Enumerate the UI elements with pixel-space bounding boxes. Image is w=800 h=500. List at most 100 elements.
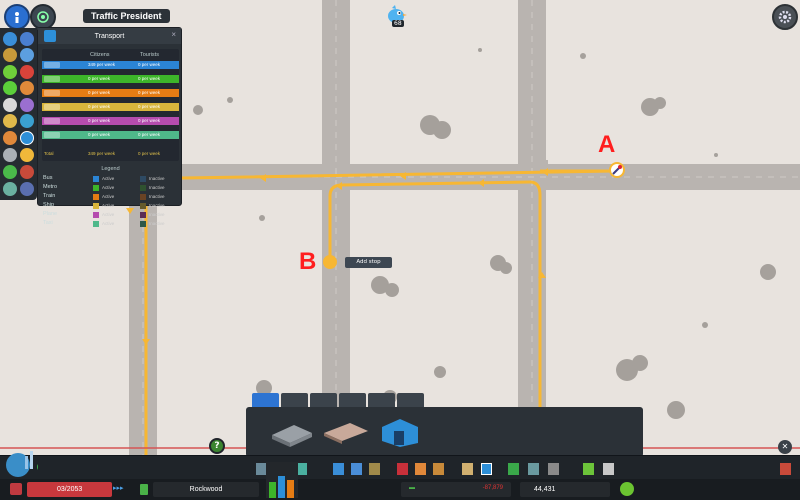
inactive-label: Inactive: [149, 212, 165, 217]
bulldozer-icon[interactable]: [780, 463, 791, 475]
milestone-icon: [37, 11, 49, 23]
transport-icon[interactable]: [20, 131, 34, 145]
tab-metro[interactable]: [281, 393, 308, 407]
info-views-button[interactable]: [4, 4, 30, 30]
ship-icon: [44, 104, 60, 110]
tourism-icon[interactable]: [20, 148, 34, 162]
education-icon[interactable]: [20, 98, 34, 112]
settings-button[interactable]: [772, 4, 798, 30]
traffic-icon[interactable]: [3, 98, 17, 112]
electricity-icon[interactable]: [3, 32, 17, 46]
happiness-icon: [620, 482, 634, 496]
citizens-value: 0 per week: [88, 90, 111, 95]
tourists-value: 0 per week: [138, 118, 161, 123]
city-title-plate[interactable]: Traffic President: [83, 9, 170, 23]
police-icon[interactable]: [433, 463, 444, 475]
health-icon[interactable]: [20, 65, 34, 79]
pause-button[interactable]: [10, 483, 22, 495]
wind-turbine-icon[interactable]: [20, 182, 34, 196]
economy-icon[interactable]: [583, 463, 594, 475]
add-stop-tooltip: Add stop: [345, 257, 392, 268]
water-icon[interactable]: [351, 463, 362, 475]
legend-title: Legend: [101, 166, 120, 172]
crime-icon[interactable]: [20, 48, 34, 62]
active-swatch: [93, 193, 99, 200]
beautification-icon[interactable]: [508, 463, 519, 475]
economy-icon[interactable]: [3, 165, 17, 179]
water-icon[interactable]: [20, 32, 34, 46]
pollution-icon[interactable]: [20, 114, 34, 128]
money-display[interactable]: ▬ -87,879: [401, 482, 511, 497]
wind-icon[interactable]: [3, 114, 17, 128]
tab-taxi[interactable]: [397, 393, 424, 407]
ridership-table: Citizens Tourists 349 per week 0 per week…: [42, 49, 179, 161]
inactive-swatch: [140, 220, 146, 227]
happiness-icon[interactable]: [3, 65, 17, 79]
inactive-label: Inactive: [149, 203, 165, 208]
ground-pollution-icon[interactable]: [3, 182, 17, 196]
tab-plane[interactable]: [368, 393, 395, 407]
speed-control[interactable]: ▸▸▸: [113, 484, 124, 492]
city-name-field[interactable]: Rockwood: [153, 482, 259, 497]
monuments-icon[interactable]: [528, 463, 539, 475]
rci-demand-meter[interactable]: [266, 462, 298, 498]
bus-stop-a-icon[interactable]: [609, 162, 625, 178]
gear-icon: [778, 10, 792, 24]
route-stop-b[interactable]: [323, 255, 337, 269]
inactive-swatch: [140, 211, 146, 218]
policies-icon[interactable]: [603, 463, 614, 475]
panel-header[interactable]: Transport ×: [38, 28, 181, 44]
transport-icon[interactable]: [481, 463, 492, 475]
legend-mode-label: Metro: [43, 184, 58, 190]
status-bar: 03/2053 ▸▸▸ Rockwood ▬ -87,879 44,431: [0, 462, 800, 500]
land-value-icon[interactable]: [3, 81, 17, 95]
electricity-icon[interactable]: [333, 463, 344, 475]
legend: Legend Bus Active Inactive Metro Active Inact…: [42, 166, 179, 230]
tab-train[interactable]: [310, 393, 337, 407]
active-swatch: [93, 220, 99, 227]
ridership-row-plane: 0 per week 0 per week: [42, 117, 179, 125]
close-icon[interactable]: ✕: [778, 440, 792, 454]
ridership-row-metro: 0 per week 0 per week: [42, 75, 179, 83]
bus-depot-item[interactable]: [268, 413, 316, 449]
heating-icon[interactable]: [20, 165, 34, 179]
game-date: 03/2053: [27, 482, 112, 497]
legend-row-ship: Ship Active Inactive: [42, 201, 179, 210]
fire-icon[interactable]: [415, 463, 426, 475]
city-globe-icon[interactable]: [2, 447, 38, 479]
active-label: Active: [102, 194, 115, 199]
legend-mode-label: Taxi: [43, 220, 53, 226]
fire-icon[interactable]: [20, 81, 34, 95]
tab-ship[interactable]: [339, 393, 366, 407]
active-label: Active: [102, 176, 115, 181]
garbage-icon[interactable]: [3, 48, 17, 62]
tourists-value: 0 per week: [138, 76, 161, 81]
active-swatch: [93, 175, 99, 182]
total-row: Total 349 per week 0 per week: [44, 151, 161, 156]
tab-bus[interactable]: [252, 393, 279, 407]
plane-icon: [44, 118, 60, 124]
population-icon[interactable]: [3, 148, 17, 162]
close-icon[interactable]: ×: [171, 30, 176, 39]
active-swatch: [93, 211, 99, 218]
garbage-icon[interactable]: [369, 463, 380, 475]
route-point-a-label: A: [598, 131, 616, 158]
income-indicator: ▬: [409, 485, 415, 491]
transport-build-panel: [246, 407, 643, 457]
chirper-unread-count: 68: [392, 20, 404, 27]
wonders-icon[interactable]: [548, 463, 559, 475]
bus-station-item[interactable]: [322, 413, 370, 449]
healthcare-icon[interactable]: [397, 463, 408, 475]
info-icon[interactable]: [140, 484, 148, 495]
education-icon[interactable]: [462, 463, 473, 475]
noise-icon[interactable]: [3, 131, 17, 145]
inactive-swatch: [140, 202, 146, 209]
metro-icon: [44, 76, 60, 82]
legend-mode-label: Ship: [43, 202, 55, 208]
help-button[interactable]: ?: [209, 438, 225, 454]
bus-line-tool-item[interactable]: [376, 413, 424, 449]
legend-mode-label: Bus: [43, 175, 53, 181]
citizens-value: 349 per week: [88, 62, 116, 67]
citizens-value: 0 per week: [88, 104, 111, 109]
active-label: Active: [102, 221, 115, 226]
